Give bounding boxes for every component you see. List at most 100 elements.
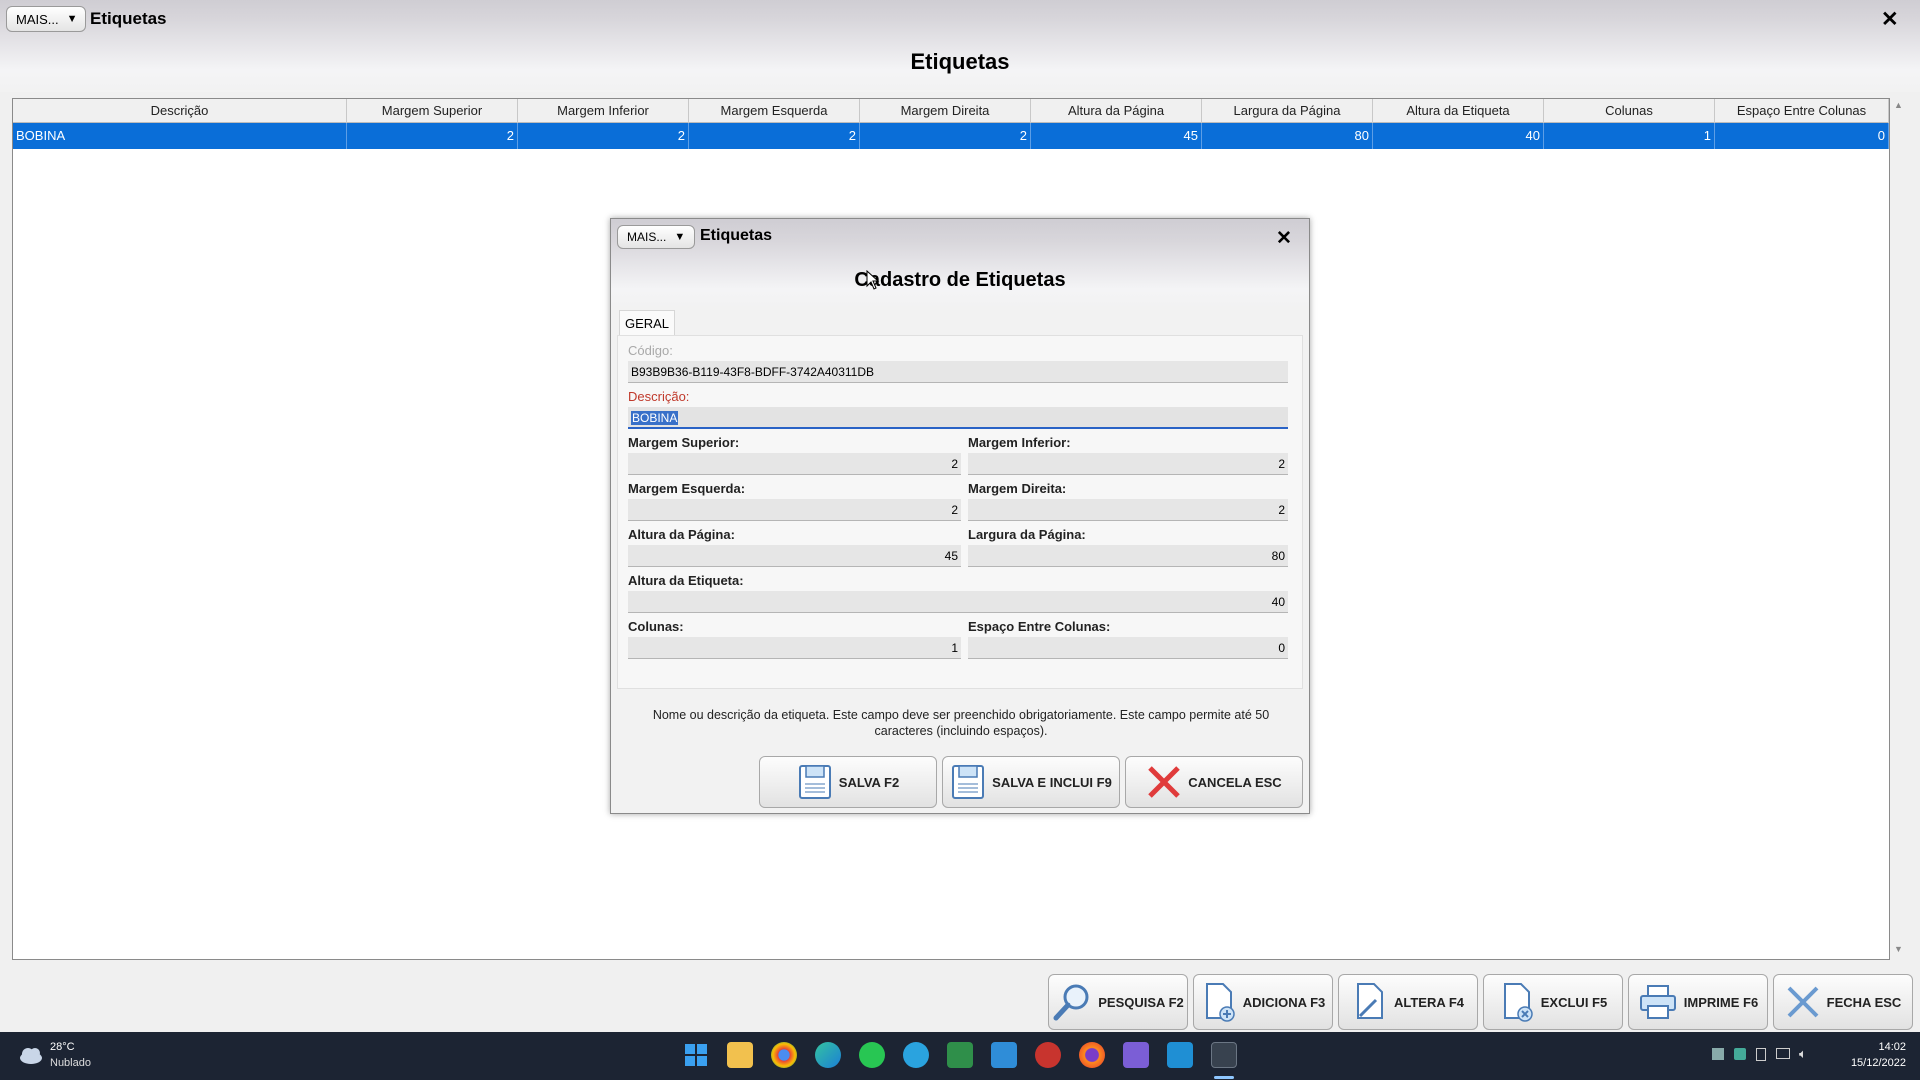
edge-icon[interactable] bbox=[815, 1042, 841, 1068]
form-title: Cadastro de Etiquetas bbox=[854, 269, 1066, 291]
erp-app-icon[interactable] bbox=[1211, 1042, 1237, 1068]
chrome-icon[interactable] bbox=[771, 1042, 797, 1068]
margem-superior-label: Margem Superior: bbox=[628, 435, 740, 450]
close-x-icon bbox=[1787, 986, 1819, 1018]
table-cell: 40 bbox=[1373, 123, 1544, 149]
altura-etiqueta-field[interactable]: 40 bbox=[628, 591, 1288, 613]
messaging-icon[interactable] bbox=[991, 1042, 1017, 1068]
close-window-icon[interactable]: ✕ bbox=[1881, 7, 1899, 32]
margem-direita-label: Margem Direita: bbox=[968, 481, 1067, 496]
adiciona-button[interactable]: ADICIONA F3 bbox=[1193, 974, 1333, 1030]
codigo-field: B93B9B36-B119-43F8-BDFF-3742A40311DB bbox=[628, 361, 1288, 383]
column-header-colunas[interactable]: Colunas bbox=[1544, 99, 1715, 123]
table-cell: 2 bbox=[689, 123, 860, 149]
column-header-descricao[interactable]: Descrição bbox=[13, 99, 347, 123]
fecha-button[interactable]: FECHA ESC bbox=[1773, 974, 1913, 1030]
dialog-mais-menu-button[interactable]: MAIS... ▼ bbox=[617, 225, 695, 249]
column-header-largura-pagina[interactable]: Largura da Página bbox=[1202, 99, 1373, 123]
media-icon[interactable] bbox=[1123, 1042, 1149, 1068]
telegram-icon[interactable] bbox=[903, 1042, 929, 1068]
whatsapp-icon[interactable] bbox=[859, 1042, 885, 1068]
volume-icon[interactable]: 🔈︎ bbox=[1799, 1046, 1807, 1062]
imprime-button[interactable]: IMPRIME F6 bbox=[1628, 974, 1768, 1030]
pesquisa-label: PESQUISA F2 bbox=[1098, 994, 1184, 1010]
vertical-scrollbar[interactable] bbox=[1890, 98, 1908, 960]
tray-usb-icon[interactable] bbox=[1756, 1048, 1766, 1061]
dialog-window-title: Etiquetas bbox=[700, 227, 773, 244]
pesquisa-button[interactable]: PESQUISA F2 bbox=[1048, 974, 1188, 1030]
tab-panel-geral: Código: B93B9B36-B119-43F8-BDFF-3742A403… bbox=[617, 335, 1303, 689]
descricao-value: BOBINA bbox=[631, 411, 679, 425]
colunas-field[interactable]: 1 bbox=[628, 637, 961, 659]
clock-time[interactable]: 14:02 bbox=[1866, 1041, 1906, 1053]
grid-header: Descrição Margem Superior Margem Inferio… bbox=[13, 99, 1889, 123]
table-cell: 80 bbox=[1202, 123, 1373, 149]
scroll-up-icon[interactable]: ▲ bbox=[1894, 100, 1903, 110]
active-app-indicator bbox=[1214, 1076, 1234, 1079]
field-hint-text: Nome ou descrição da etiqueta. Este camp… bbox=[652, 708, 1270, 738]
close-dialog-icon[interactable]: ✕ bbox=[1276, 227, 1292, 250]
altera-label: ALTERA F4 bbox=[1393, 994, 1465, 1010]
table-cell: 2 bbox=[860, 123, 1031, 149]
descricao-field[interactable]: BOBINA bbox=[628, 407, 1288, 429]
column-header-altura-pagina[interactable]: Altura da Página bbox=[1031, 99, 1202, 123]
espaco-colunas-field[interactable]: 0 bbox=[968, 637, 1288, 659]
app-icon[interactable] bbox=[1035, 1042, 1061, 1068]
tab-geral[interactable]: GERAL bbox=[619, 310, 675, 336]
tray-display-icon[interactable] bbox=[1776, 1048, 1790, 1059]
table-cell: 2 bbox=[518, 123, 689, 149]
largura-pagina-field[interactable]: 80 bbox=[968, 545, 1288, 567]
taskbar: 28°C Nublado 🔈︎ 14:02 15/12/2022 bbox=[0, 1032, 1920, 1080]
altera-button[interactable]: ALTERA F4 bbox=[1338, 974, 1478, 1030]
weather-temperature[interactable]: 28°C bbox=[50, 1041, 75, 1053]
save-icon bbox=[952, 765, 985, 799]
margem-direita-field[interactable]: 2 bbox=[968, 499, 1288, 521]
salva-e-inclui-button[interactable]: SALVA E INCLUI F9 bbox=[942, 756, 1120, 808]
table-cell: 45 bbox=[1031, 123, 1202, 149]
altura-pagina-field[interactable]: 45 bbox=[628, 545, 961, 567]
printer-icon bbox=[1639, 985, 1676, 1019]
firefox-icon[interactable] bbox=[1079, 1042, 1105, 1068]
table-cell: 2 bbox=[347, 123, 518, 149]
table-cell: 0 bbox=[1715, 123, 1889, 149]
mais-label: MAIS... bbox=[627, 230, 667, 244]
salva-button[interactable]: SALVA F2 bbox=[759, 756, 937, 808]
edit-document-icon bbox=[1356, 983, 1383, 1019]
altura-etiqueta-label: Altura da Etiqueta: bbox=[628, 573, 744, 588]
table-row[interactable]: BOBINA 2 2 2 2 45 80 40 1 0 bbox=[13, 123, 1889, 149]
start-icon[interactable] bbox=[683, 1042, 709, 1068]
margem-inferior-field[interactable]: 2 bbox=[968, 453, 1288, 475]
main-title-bar bbox=[0, 0, 1920, 92]
mais-label: MAIS... bbox=[16, 11, 59, 27]
scroll-down-icon[interactable]: ▼ bbox=[1894, 944, 1903, 954]
column-header-margem-superior[interactable]: Margem Superior bbox=[347, 99, 518, 123]
weather-description[interactable]: Nublado bbox=[50, 1057, 91, 1069]
column-header-margem-direita[interactable]: Margem Direita bbox=[860, 99, 1031, 123]
margem-superior-field[interactable]: 2 bbox=[628, 453, 961, 475]
clock-date[interactable]: 15/12/2022 bbox=[1836, 1057, 1906, 1069]
column-header-altura-etiqueta[interactable]: Altura da Etiqueta bbox=[1373, 99, 1544, 123]
altura-pagina-label: Altura da Página: bbox=[628, 527, 735, 542]
spreadsheet-icon[interactable] bbox=[947, 1042, 973, 1068]
cancela-button[interactable]: CANCELA ESC bbox=[1125, 756, 1303, 808]
fecha-label: FECHA ESC bbox=[1826, 994, 1902, 1010]
column-header-margem-esquerda[interactable]: Margem Esquerda bbox=[689, 99, 860, 123]
page-title: Etiquetas bbox=[910, 49, 1010, 74]
codigo-label: Código: bbox=[628, 343, 673, 358]
margem-esquerda-label: Margem Esquerda: bbox=[628, 481, 746, 496]
margem-esquerda-field[interactable]: 2 bbox=[628, 499, 961, 521]
espaco-colunas-label: Espaço Entre Colunas: bbox=[968, 619, 1111, 634]
save-icon bbox=[798, 765, 831, 799]
exclui-button[interactable]: EXCLUI F5 bbox=[1483, 974, 1623, 1030]
table-cell: BOBINA bbox=[13, 123, 347, 149]
column-header-margem-inferior[interactable]: Margem Inferior bbox=[518, 99, 689, 123]
tray-network-icon[interactable] bbox=[1712, 1048, 1724, 1060]
mais-menu-button[interactable]: MAIS... ▼ bbox=[6, 6, 86, 32]
tray-security-icon[interactable] bbox=[1734, 1048, 1746, 1060]
colunas-label: Colunas: bbox=[628, 619, 684, 634]
file-explorer-icon[interactable] bbox=[727, 1042, 753, 1068]
column-header-espaco-colunas[interactable]: Espaço Entre Colunas bbox=[1715, 99, 1889, 123]
cancel-x-icon bbox=[1148, 766, 1181, 798]
mail-icon[interactable] bbox=[1167, 1042, 1193, 1068]
delete-document-icon bbox=[1503, 983, 1533, 1022]
